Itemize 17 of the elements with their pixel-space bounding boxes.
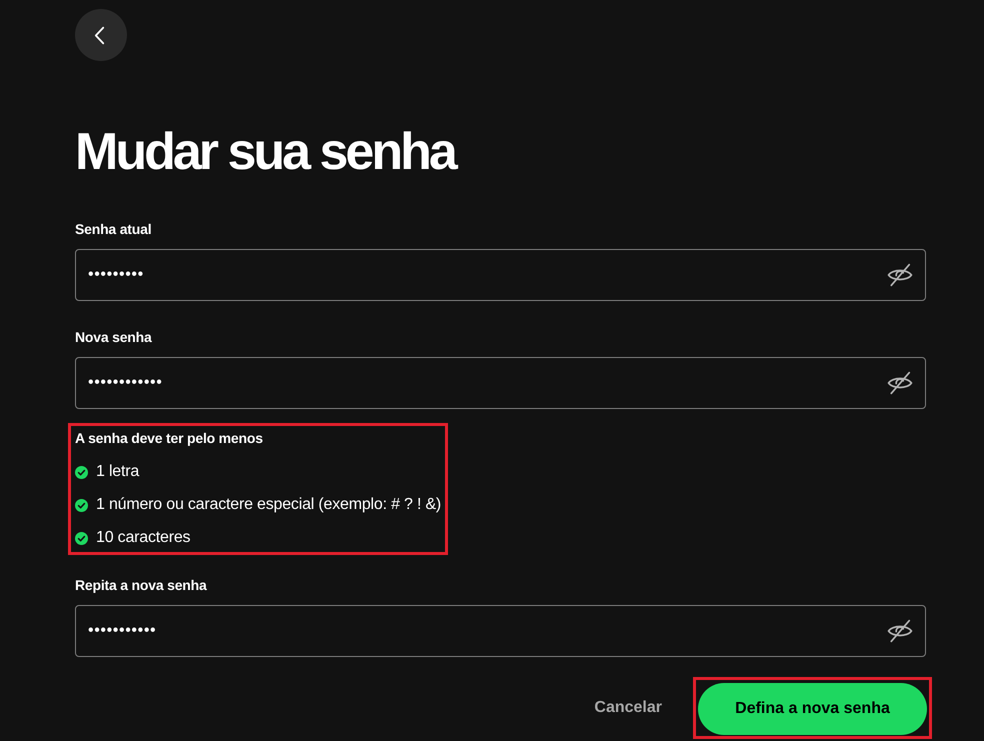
field-label: Repita a nova senha xyxy=(75,576,208,595)
requirement-text: 1 letra xyxy=(96,462,140,482)
field-label: Nova senha xyxy=(75,328,153,347)
cancel-button[interactable]: Cancelar xyxy=(578,691,678,725)
requirements-title: A senha deve ter pelo menos xyxy=(75,429,264,448)
password-field[interactable]: ••••••••• xyxy=(75,249,926,301)
submit-button[interactable]: Defina a nova senha xyxy=(698,683,927,735)
password-field[interactable]: •••••••••••• xyxy=(75,357,926,409)
eye-slash-icon[interactable] xyxy=(887,262,913,288)
page-title: Mudar sua senha xyxy=(75,122,457,182)
password-field[interactable]: ••••••••••• xyxy=(75,605,926,657)
requirement-text: 10 caracteres xyxy=(96,528,190,548)
requirement-text: 1 número ou caractere especial (exemplo: # ? ! &) xyxy=(96,495,442,515)
field-label: Senha atual xyxy=(75,220,152,239)
eye-slash-icon[interactable] xyxy=(887,370,913,396)
eye-slash-icon[interactable] xyxy=(887,618,913,644)
chevron-left-icon xyxy=(94,26,105,44)
